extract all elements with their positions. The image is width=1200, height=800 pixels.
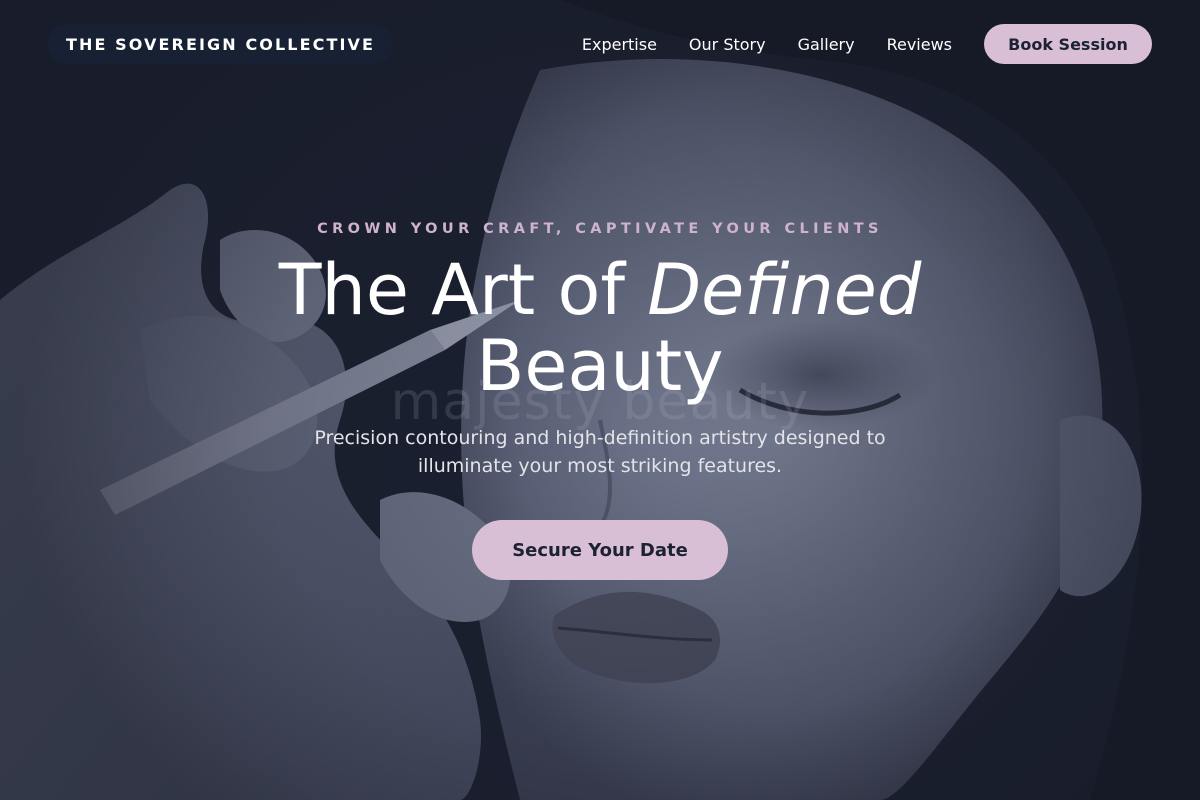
book-session-button[interactable]: Book Session bbox=[984, 24, 1152, 64]
hero-eyebrow: CROWN YOUR CRAFT, CAPTIVATE YOUR CLIENTS bbox=[317, 221, 883, 237]
hero-subtitle: Precision contouring and high-definition… bbox=[314, 427, 886, 477]
secure-date-button[interactable]: Secure Your Date bbox=[472, 520, 728, 580]
headline-part1: The Art of bbox=[278, 249, 648, 331]
brand-logo[interactable]: THE SOVEREIGN COLLECTIVE bbox=[48, 24, 393, 64]
watermark-text: majesty beauty bbox=[390, 372, 810, 432]
nav-link-our-story[interactable]: Our Story bbox=[689, 35, 766, 54]
headline-emphasis: Defined bbox=[647, 249, 922, 331]
nav-link-gallery[interactable]: Gallery bbox=[798, 35, 855, 54]
nav-link-reviews[interactable]: Reviews bbox=[887, 35, 952, 54]
nav-link-expertise[interactable]: Expertise bbox=[582, 35, 657, 54]
main-nav: Expertise Our Story Gallery Reviews Book… bbox=[582, 24, 1152, 64]
